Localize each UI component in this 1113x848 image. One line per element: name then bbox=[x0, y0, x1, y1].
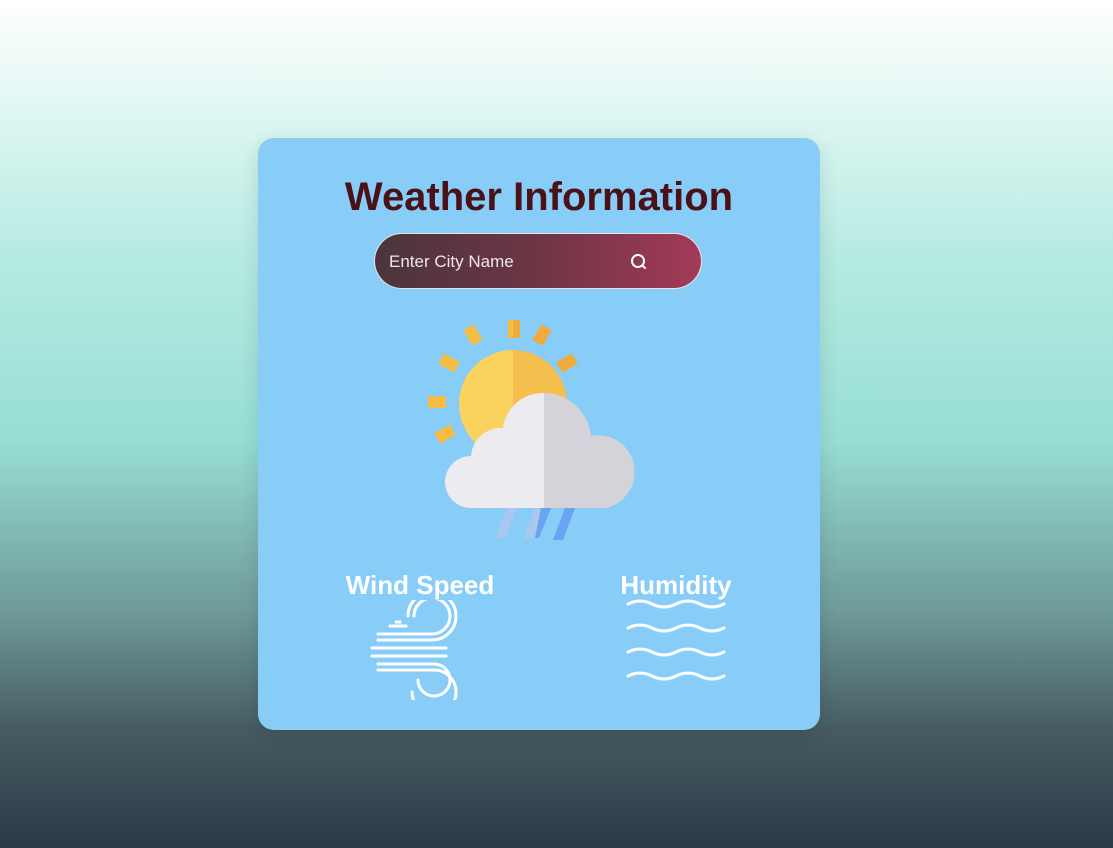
humidity-waves-icon bbox=[626, 599, 726, 681]
weather-card: Weather Information Enter City Name Wind… bbox=[258, 138, 820, 730]
search-button[interactable] bbox=[625, 248, 653, 276]
sun-cloud-rain-icon bbox=[428, 320, 635, 540]
city-search-input[interactable] bbox=[387, 234, 631, 290]
wind-icon bbox=[370, 600, 458, 700]
search-bar bbox=[374, 233, 702, 290]
wind-speed-label: Wind Speed bbox=[345, 570, 495, 600]
humidity-label: Humidity bbox=[620, 570, 732, 600]
page-title: Weather Information bbox=[344, 175, 734, 219]
search-icon bbox=[631, 254, 646, 269]
